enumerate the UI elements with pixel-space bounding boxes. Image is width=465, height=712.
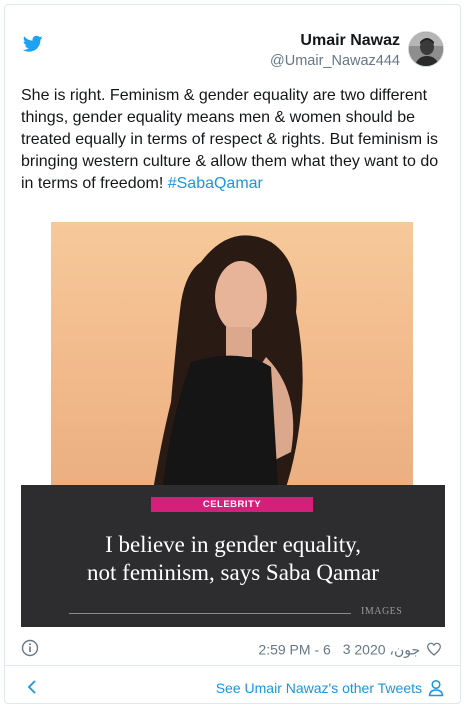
twitter-bird-icon[interactable] xyxy=(23,35,43,53)
other-tweets-link[interactable]: See Umair Nawaz's other Tweets xyxy=(216,679,422,697)
watermark: IMAGES xyxy=(361,606,403,617)
like-count[interactable]: 3 xyxy=(343,641,351,657)
info-icon[interactable] xyxy=(21,639,39,657)
chevron-left-icon[interactable] xyxy=(25,678,39,696)
divider-line xyxy=(69,613,351,614)
headline-line-1: I believe in gender equality, xyxy=(105,532,361,557)
footer-divider xyxy=(5,665,460,666)
heart-icon[interactable] xyxy=(426,641,442,657)
author-block[interactable]: Umair Nawaz @Umair_Nawaz444 xyxy=(270,31,400,71)
author-name[interactable]: Umair Nawaz xyxy=(270,31,400,51)
tweet-card[interactable]: Umair Nawaz @Umair_Nawaz444 She is right… xyxy=(4,4,461,704)
headline-line-2: not feminism, says Saba Qamar xyxy=(87,560,379,585)
person-icon[interactable] xyxy=(428,679,444,697)
author-handle[interactable]: @Umair_Nawaz444 xyxy=(270,51,400,71)
tweet-meta: 2:59 PM - 6 جون، 2020 3 xyxy=(258,639,442,658)
tweet-media[interactable]: CELEBRITY I believe in gender equality, … xyxy=(21,222,445,627)
timestamp[interactable]: 2:59 PM - 6 جون، 2020 xyxy=(258,641,420,657)
hashtag-link[interactable]: #SabaQamar xyxy=(168,175,263,192)
category-tag: CELEBRITY xyxy=(151,497,313,512)
photo xyxy=(51,222,413,502)
tweet-text: She is right. Feminism & gender equality… xyxy=(21,85,449,195)
avatar[interactable] xyxy=(408,31,444,67)
headline: I believe in gender equality, not femini… xyxy=(21,531,445,587)
